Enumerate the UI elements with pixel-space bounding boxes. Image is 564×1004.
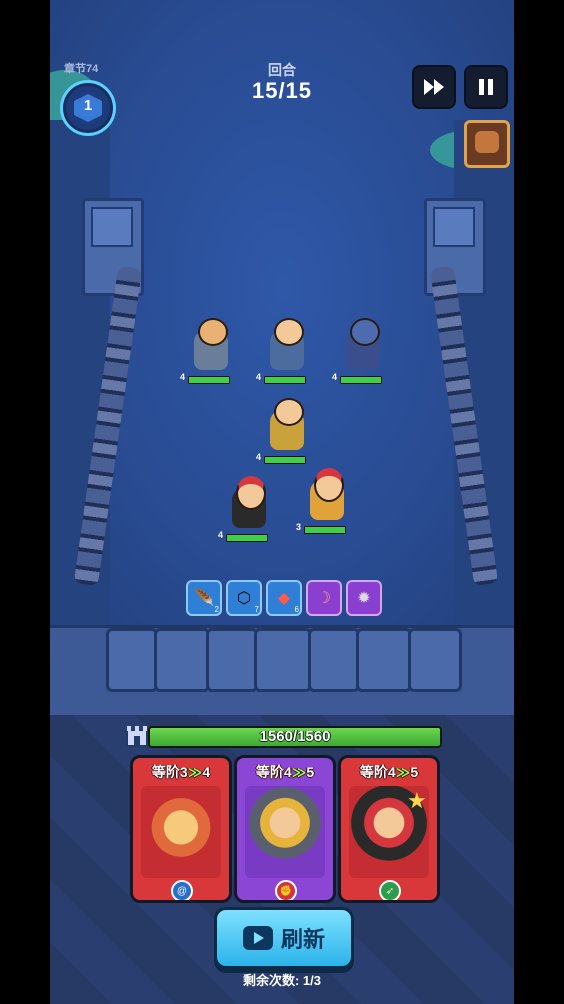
hero-card-golden-knight[interactable]: 等阶4≫5 ✊: [234, 755, 336, 903]
skill-ruby-amulet[interactable]: ◆ 6: [266, 580, 302, 616]
claw-icon: ☽: [316, 590, 332, 607]
pause-button[interactable]: [464, 65, 508, 109]
shield-ring-icon: ⬡: [237, 590, 251, 607]
skill-shield-ring[interactable]: ⬡ 7: [226, 580, 262, 616]
ruby-amulet-icon: ◆: [277, 590, 291, 607]
spiked-shield-icon: ✹: [357, 590, 371, 607]
skill-claw[interactable]: ☽: [306, 580, 342, 616]
tower-icon: [126, 726, 148, 747]
unit-fire-dancer[interactable]: 3: [296, 468, 354, 540]
base-hp-text: 1560/1560: [259, 728, 331, 745]
wall-block: [206, 628, 258, 692]
unit-minotaur-warrior[interactable]: 4: [332, 318, 390, 390]
hero-card-red-hair-fighter[interactable]: 等阶4≫5 ★ ➶: [338, 755, 440, 903]
pause-icon: [479, 79, 493, 95]
boss-portrait[interactable]: [464, 120, 510, 168]
wall-block: [308, 628, 360, 692]
unit-red-hair-fighter[interactable]: 4: [218, 476, 276, 548]
feather-icon: 🪶: [194, 590, 214, 607]
card-tier: 等阶3≫4: [151, 764, 211, 780]
skill-feather[interactable]: 🪶 2: [186, 580, 222, 616]
unit-hp-bar: [188, 376, 230, 384]
unit-golden-knight[interactable]: 4: [256, 398, 314, 470]
card-portrait: [141, 786, 221, 878]
video-play-icon: [242, 926, 273, 950]
skill-spiked-shield[interactable]: ✹: [346, 580, 382, 616]
unit-armored-knight[interactable]: 4: [256, 318, 314, 390]
hero-card-fire-dancer[interactable]: 等阶3≫4 @: [130, 755, 232, 903]
unit-viking-dwarf[interactable]: 4: [180, 318, 238, 390]
refresh-button[interactable]: 刷新: [214, 907, 354, 969]
star-icon: ★: [407, 788, 427, 813]
fast-forward-icon: [424, 79, 444, 95]
wall-block: [154, 628, 210, 692]
remaining-count: 剩余次数: 1/3: [242, 973, 321, 988]
unit-hp-bar: [264, 376, 306, 384]
wall-block: [254, 628, 312, 692]
game-stage: 章节74 1 回合 15/15 4 4 4 4 4 3 🪶 2 ⬡ 7 ◆ 6 …: [50, 0, 514, 1004]
wall-block: [356, 628, 412, 692]
wall-block: [106, 628, 158, 692]
boss-face-icon: [475, 131, 499, 153]
unit-hp-bar: [304, 526, 346, 534]
card-tier: 等阶4≫5: [255, 764, 315, 780]
unit-hp-bar: [264, 456, 306, 464]
bow-icon: ➶: [379, 880, 401, 900]
refresh-label: 刷新: [280, 927, 325, 952]
wall-block: [408, 628, 462, 692]
swirl-icon: @: [171, 880, 193, 900]
unit-hp-bar: [226, 534, 268, 542]
card-portrait: [245, 786, 325, 878]
unit-hp-bar: [340, 376, 382, 384]
card-tier: 等阶4≫5: [359, 764, 419, 780]
fist-icon: ✊: [275, 880, 297, 900]
fast-forward-button[interactable]: [412, 65, 456, 109]
base-hp-bar: 1560/1560: [148, 726, 442, 748]
